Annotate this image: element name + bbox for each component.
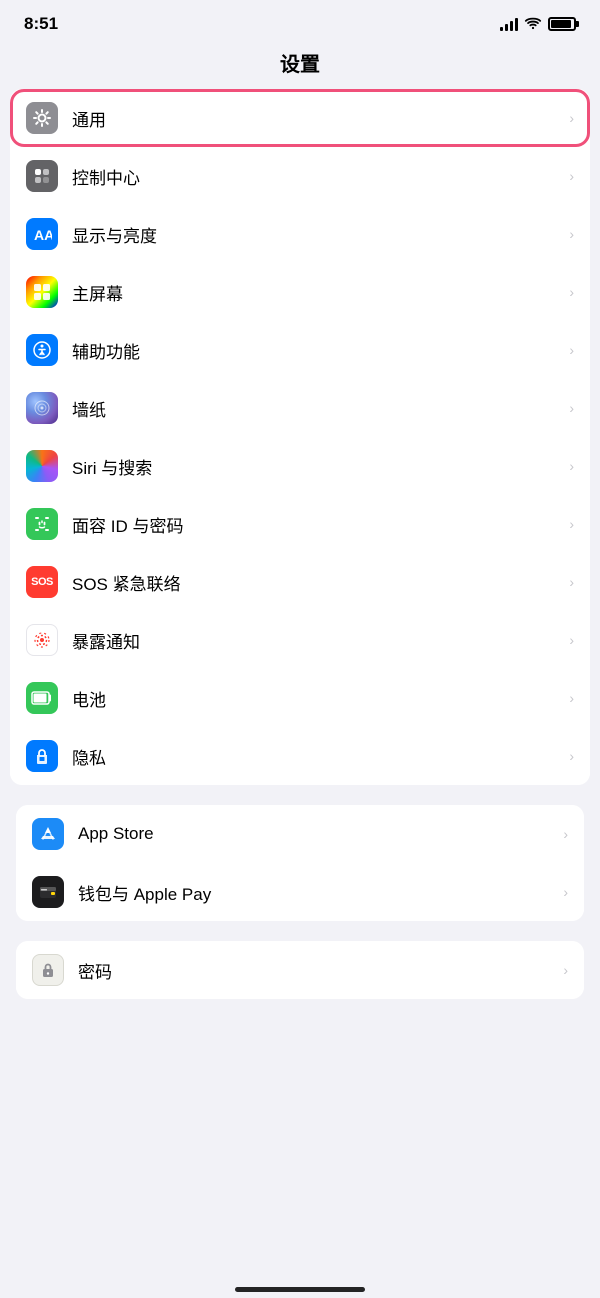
settings-item-exposure[interactable]: 暴露通知 ›	[10, 611, 590, 669]
siri-chevron: ›	[569, 458, 574, 474]
status-time: 8:51	[24, 14, 58, 34]
home-indicator-area	[0, 1279, 600, 1298]
general-chevron: ›	[569, 110, 574, 126]
siri-label: Siri 与搜索	[72, 454, 563, 479]
settings-group-3: 密码 ›	[16, 941, 584, 999]
exposure-chevron: ›	[569, 632, 574, 648]
accessibility-label: 辅助功能	[72, 338, 563, 363]
face-id-label: 面容 ID 与密码	[72, 512, 563, 537]
wallpaper-chevron: ›	[569, 400, 574, 416]
wallet-icon	[32, 876, 64, 908]
wifi-icon	[524, 17, 542, 31]
passwords-label: 密码	[78, 958, 557, 983]
settings-item-general[interactable]: 通用 ›	[10, 89, 590, 147]
svg-text:AA: AA	[34, 227, 52, 243]
wallpaper-icon	[26, 392, 58, 424]
control-center-icon	[26, 160, 58, 192]
app-store-icon	[32, 818, 64, 850]
settings-item-accessibility[interactable]: 辅助功能 ›	[10, 321, 590, 379]
exposure-label: 暴露通知	[72, 628, 563, 653]
exposure-icon	[26, 624, 58, 656]
settings-item-display[interactable]: AA 显示与亮度 ›	[10, 205, 590, 263]
home-bar	[235, 1287, 365, 1292]
battery-chevron: ›	[569, 690, 574, 706]
passwords-chevron: ›	[563, 962, 568, 978]
battery-settings-icon	[26, 682, 58, 714]
wallpaper-label: 墙纸	[72, 396, 563, 421]
control-center-chevron: ›	[569, 168, 574, 184]
privacy-chevron: ›	[569, 748, 574, 764]
control-center-label: 控制中心	[72, 164, 563, 189]
sos-icon: SOS	[26, 566, 58, 598]
passwords-icon	[32, 954, 64, 986]
privacy-icon	[26, 740, 58, 772]
home-screen-icon	[26, 276, 58, 308]
display-chevron: ›	[569, 226, 574, 242]
settings-group-2: App Store › 钱包与 Apple Pay ›	[16, 805, 584, 921]
display-icon: AA	[26, 218, 58, 250]
settings-item-siri[interactable]: Siri 与搜索 ›	[10, 437, 590, 495]
wallet-chevron: ›	[563, 884, 568, 900]
home-screen-chevron: ›	[569, 284, 574, 300]
general-label: 通用	[72, 106, 563, 131]
app-store-chevron: ›	[563, 826, 568, 842]
accessibility-chevron: ›	[569, 342, 574, 358]
settings-item-battery[interactable]: 电池 ›	[10, 669, 590, 727]
settings-item-sos[interactable]: SOS SOS 紧急联络 ›	[10, 553, 590, 611]
page-title: 设置	[0, 40, 600, 89]
sos-chevron: ›	[569, 574, 574, 590]
general-icon	[26, 102, 58, 134]
wallet-label: 钱包与 Apple Pay	[78, 880, 557, 905]
battery-label: 电池	[72, 686, 563, 711]
settings-item-home-screen[interactable]: 主屏幕 ›	[10, 263, 590, 321]
settings-item-face-id[interactable]: 面容 ID 与密码 ›	[10, 495, 590, 553]
settings-item-control-center[interactable]: 控制中心 ›	[10, 147, 590, 205]
accessibility-icon	[26, 334, 58, 366]
sos-label: SOS 紧急联络	[72, 570, 563, 595]
signal-icon	[500, 17, 518, 31]
settings-item-wallpaper[interactable]: 墙纸 ›	[10, 379, 590, 437]
status-icons	[500, 17, 576, 31]
settings-item-wallet[interactable]: 钱包与 Apple Pay ›	[16, 863, 584, 921]
app-store-label: App Store	[78, 824, 557, 844]
display-label: 显示与亮度	[72, 222, 563, 247]
settings-item-passwords[interactable]: 密码 ›	[16, 941, 584, 999]
face-id-chevron: ›	[569, 516, 574, 532]
face-id-icon	[26, 508, 58, 540]
settings-item-app-store[interactable]: App Store ›	[16, 805, 584, 863]
privacy-label: 隐私	[72, 744, 563, 769]
settings-item-privacy[interactable]: 隐私 ›	[10, 727, 590, 785]
status-bar: 8:51	[0, 0, 600, 40]
battery-icon	[548, 17, 576, 31]
home-screen-label: 主屏幕	[72, 280, 563, 305]
siri-icon	[26, 450, 58, 482]
